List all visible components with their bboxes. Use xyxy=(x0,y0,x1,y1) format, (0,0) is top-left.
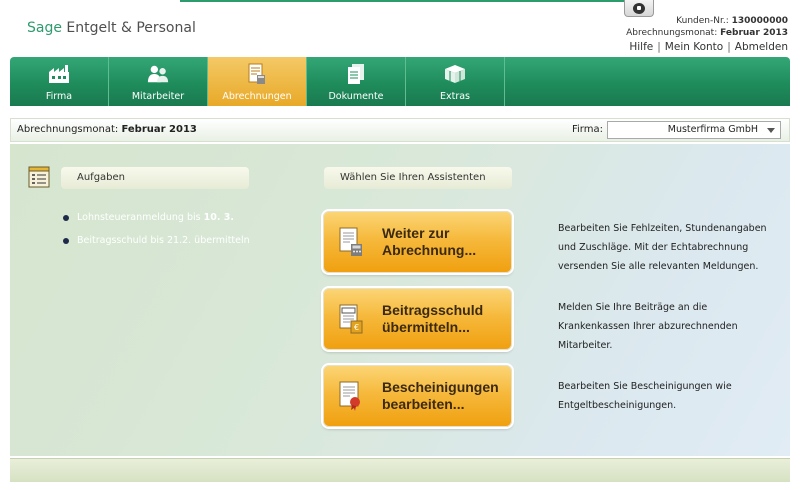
svg-text:€: € xyxy=(354,323,359,332)
firma-select[interactable]: Musterfirma GmbH xyxy=(607,121,781,139)
top-accent-line xyxy=(180,0,650,2)
continue-payroll-button[interactable]: Weiter zur Abrechnung... xyxy=(323,211,512,273)
assistants-heading: Wählen Sie Ihren Assistenten xyxy=(324,167,512,189)
nav-item-mitarbeiter[interactable]: Mitarbeiter xyxy=(109,57,208,106)
edit-certificates-button[interactable]: Bescheinigungen bearbeiten... xyxy=(323,365,512,427)
account-links: Hilfe | Mein Konto | Abmelden xyxy=(629,41,788,53)
firma-select-value: Musterfirma GmbH xyxy=(667,124,758,135)
logo-brand: Sage xyxy=(27,20,62,36)
app-logo: Sage Entgelt & Personal xyxy=(27,20,196,36)
task-item[interactable]: Beitragsschuld bis 21.2. übermitteln xyxy=(63,235,250,246)
assistant-description: Melden Sie Ihre Beiträge an die Krankenk… xyxy=(558,302,738,351)
assistant-description: Bearbeiten Sie Bescheinigungen wie Entge… xyxy=(558,381,732,411)
nav-item-extras[interactable]: Extras xyxy=(406,57,505,106)
toolbox-icon xyxy=(444,63,466,85)
filter-bar: Abrechnungsmonat: Februar 2013 Firma: Mu… xyxy=(10,118,790,142)
task-deadline: 10. 3. xyxy=(203,212,234,223)
button-line: Beitragsschuld xyxy=(382,302,484,318)
task-list-icon xyxy=(28,166,50,188)
factory-icon xyxy=(48,63,70,85)
nav-item-abrechnungen[interactable]: Abrechnungen xyxy=(208,57,307,106)
billing-month-value: Februar 2013 xyxy=(121,124,197,135)
footer-bar xyxy=(10,458,790,482)
task-item[interactable]: Lohnsteueranmeldung bis 10. 3. xyxy=(63,212,234,223)
my-account-link[interactable]: Mein Konto xyxy=(665,41,723,53)
account-month-value: Februar 2013 xyxy=(720,28,788,38)
nav-item-dokumente[interactable]: Dokumente xyxy=(307,57,406,106)
button-line: Abrechnung... xyxy=(382,242,477,258)
task-text: Lohnsteueranmeldung bis xyxy=(77,212,201,223)
main-navigation: Firma Mitarbeiter Abrechnungen Dokumente… xyxy=(10,57,790,106)
nav-label-firma: Firma xyxy=(45,91,73,102)
firma-label: Firma: xyxy=(572,124,603,135)
button-line: Bescheinigungen xyxy=(382,379,499,395)
bullet-icon xyxy=(63,237,69,244)
assistant-description: Bearbeiten Sie Fehlzeiten, Stundenangabe… xyxy=(558,223,767,272)
help-link[interactable]: Hilfe xyxy=(629,41,653,53)
account-info: Kunden-Nr.: 130000000 Abrechnungsmonat: … xyxy=(626,15,788,39)
certificate-icon xyxy=(338,381,364,411)
task-text: Beitragsschuld bis 21.2. übermitteln xyxy=(77,235,250,246)
nav-label-abrechnungen: Abrechnungen xyxy=(222,91,292,102)
nav-item-firma[interactable]: Firma xyxy=(10,57,109,106)
bullet-icon xyxy=(63,214,69,221)
calculator-document-icon xyxy=(338,227,364,257)
billing-month-label: Abrechnungsmonat: xyxy=(17,124,119,135)
calculator-document-icon xyxy=(246,63,268,85)
chevron-down-icon xyxy=(767,128,775,133)
submit-contributions-button[interactable]: € Beitragsschuld übermitteln... xyxy=(323,288,512,350)
customer-label: Kunden-Nr.: xyxy=(676,16,729,26)
nav-label-dokumente: Dokumente xyxy=(328,91,384,102)
toggle-icon xyxy=(633,2,645,14)
account-month-label: Abrechnungsmonat: xyxy=(626,28,718,38)
customer-number: 130000000 xyxy=(731,16,788,26)
logout-link[interactable]: Abmelden xyxy=(735,41,788,53)
svs-document-icon: € xyxy=(338,304,364,334)
nav-label-extras: Extras xyxy=(439,91,471,102)
billing-month: Abrechnungsmonat: Februar 2013 xyxy=(17,124,197,135)
button-line: übermitteln... xyxy=(382,319,470,335)
people-icon xyxy=(147,63,169,85)
logo-product: Entgelt & Personal xyxy=(66,20,196,36)
button-line: bearbeiten... xyxy=(382,396,465,412)
nav-label-mitarbeiter: Mitarbeiter xyxy=(131,91,185,102)
documents-icon xyxy=(345,63,367,85)
button-line: Weiter zur xyxy=(382,225,450,241)
tasks-heading: Aufgaben xyxy=(61,167,249,189)
